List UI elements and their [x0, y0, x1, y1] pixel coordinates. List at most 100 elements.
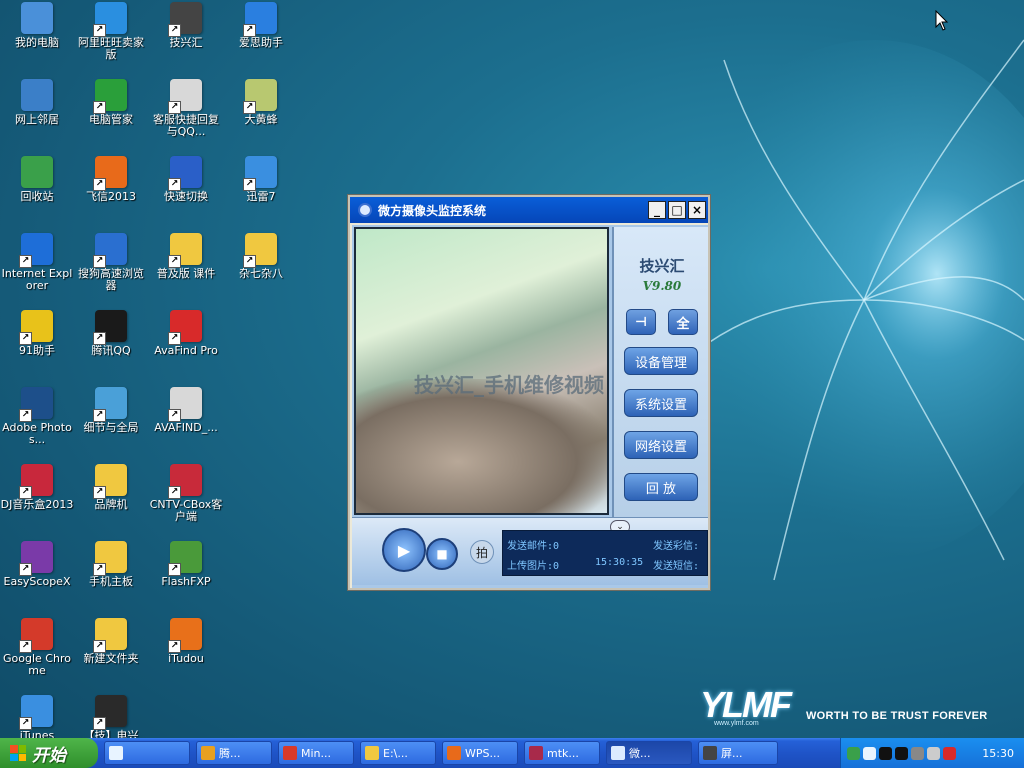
video-overlay-text: 技兴汇_手机维修视频 — [414, 373, 604, 397]
desktop-icon[interactable]: 新建文件夹 — [74, 618, 148, 692]
desktop-icon[interactable]: 我的电脑 — [0, 2, 74, 76]
taskbar-button[interactable]: WPS... — [442, 741, 518, 765]
desktop-icon-label: 手机主板 — [89, 575, 133, 588]
desktop-icon[interactable]: Google Chrome — [0, 618, 74, 692]
pin-button[interactable]: ⊣ — [626, 309, 656, 335]
desktop-icon[interactable]: iTudou — [149, 618, 223, 692]
tray-avafind-icon[interactable] — [943, 746, 956, 760]
taskbar-button[interactable]: Min... — [278, 741, 354, 765]
window-body: 技兴汇_手机维修视频 技兴汇 V9.80 ⊣ 全 设备管理 系统设置 网络设置 … — [352, 225, 708, 588]
desktop-icon[interactable]: AvaFind Pro — [149, 310, 223, 384]
taskbar-button[interactable]: 腾... — [196, 741, 272, 765]
desktop-icon[interactable]: 爱思助手 — [224, 2, 298, 76]
photoshop-icon — [19, 387, 53, 422]
desktop-icon[interactable]: 客服快捷回复与QQ... — [149, 79, 223, 153]
desktop-icon[interactable]: 杂七杂八 — [224, 233, 298, 307]
explorer-task-icon — [365, 746, 379, 760]
maximize-button[interactable]: □ — [668, 201, 686, 219]
minimize-button[interactable]: _ — [648, 201, 666, 219]
desktop-icon-label: Google Chrome — [3, 652, 71, 677]
close-button[interactable]: × — [688, 201, 706, 219]
desktop-icon-label: 腾讯QQ — [91, 344, 131, 357]
window-title-bar[interactable]: 微方摄像头监控系统 _ □ × — [350, 197, 708, 223]
tray-tool-icon[interactable] — [911, 746, 924, 760]
desktop-icon-label: 新建文件夹 — [83, 652, 139, 665]
taskbar-button-label: mtk... — [547, 746, 579, 760]
control-side-panel: 技兴汇 V9.80 ⊣ 全 设备管理 系统设置 网络设置 回 放 — [612, 227, 708, 517]
desktop-icon[interactable]: 网上邻居 — [0, 79, 74, 153]
desktop-icon[interactable]: 91助手 — [0, 310, 74, 384]
system-clock: 15:30 — [982, 746, 1014, 760]
fct-icon — [93, 695, 127, 730]
desktop-icon[interactable]: 阿里旺旺卖家版 — [74, 2, 148, 76]
thunder-icon — [243, 156, 277, 191]
desktop-icon[interactable]: 回收站 — [0, 156, 74, 230]
desktop-icon-label: FlashFXP — [161, 575, 211, 588]
tray-network-icon[interactable] — [863, 746, 876, 760]
desktop-icon-label: AvaFind Pro — [154, 344, 218, 357]
desktop-icon[interactable]: 品牌机 — [74, 464, 148, 538]
playback-button[interactable]: 回 放 — [624, 473, 698, 501]
camera-video-feed[interactable]: 技兴汇_手机维修视频 — [354, 227, 609, 515]
desktop-icon[interactable]: Adobe Photos... — [0, 387, 74, 461]
windows-logo-icon — [10, 745, 26, 761]
desktop-icon[interactable]: 手机主板 — [74, 541, 148, 615]
desktop-icon-label: Internet Explorer — [1, 267, 73, 292]
document-icon — [168, 79, 202, 114]
network-settings-button[interactable]: 网络设置 — [624, 431, 698, 459]
desktop-icon[interactable]: 普及版 课件 — [149, 233, 223, 307]
screen-task-icon — [703, 746, 717, 760]
tray-qq-icon-2[interactable] — [895, 746, 908, 760]
ie-task-icon — [109, 746, 123, 760]
taskbar-button-label: Min... — [301, 746, 332, 760]
status-time: 15:30:35 — [595, 557, 644, 568]
desktop-icon[interactable]: 迅雷7 — [224, 156, 298, 230]
desktop-icon-label: 搜狗高速浏览器 — [78, 267, 144, 292]
stop-button[interactable]: ■ — [426, 538, 458, 570]
camera-app-icon — [358, 203, 372, 217]
wps-task-icon — [447, 746, 461, 760]
desktop-icon[interactable]: 细节与全局 — [74, 387, 148, 461]
desktop-icon[interactable]: 技兴汇 — [149, 2, 223, 76]
desktop-icon[interactable]: 快速切换 — [149, 156, 223, 230]
play-button[interactable]: ▶ — [382, 528, 426, 572]
taskbar-button[interactable] — [104, 741, 190, 765]
fetion-icon — [93, 156, 127, 191]
system-settings-button[interactable]: 系统设置 — [624, 389, 698, 417]
desktop-icon-label: 快速切换 — [164, 190, 208, 203]
device-manage-button[interactable]: 设备管理 — [624, 347, 698, 375]
desktop-icon[interactable]: Internet Explorer — [0, 233, 74, 307]
desktop-icon[interactable]: 飞信2013 — [74, 156, 148, 230]
desktop-icon[interactable]: DJ音乐盒2013 — [0, 464, 74, 538]
tray-volume-icon[interactable] — [927, 746, 940, 760]
desktop-icon[interactable]: 电脑管家 — [74, 79, 148, 153]
desktop-icon[interactable]: 腾讯QQ — [74, 310, 148, 384]
desktop-icon-label: 电脑管家 — [89, 113, 133, 126]
panel-version: V9.80 — [642, 279, 682, 293]
taskbar-button[interactable]: E:\... — [360, 741, 436, 765]
desktop-icon[interactable]: EasyScopeX — [0, 541, 74, 615]
tray-qq-icon[interactable] — [879, 746, 892, 760]
desktop-icon-label: EasyScopeX — [3, 575, 71, 588]
desktop-icon[interactable]: 搜狗高速浏览器 — [74, 233, 148, 307]
desktop-icon[interactable]: AVAFIND_... — [149, 387, 223, 461]
tray-security-icon[interactable] — [847, 746, 860, 760]
taskbar-button-label: WPS... — [465, 746, 500, 760]
desktop-icon[interactable]: CNTV-CBox客户端 — [149, 464, 223, 538]
fullscreen-button[interactable]: 全 — [668, 309, 698, 335]
start-button[interactable]: 开始 — [0, 738, 98, 768]
quick-switch-icon — [168, 156, 202, 191]
taskbar-button[interactable]: mtk... — [524, 741, 600, 765]
folder-icon — [93, 541, 127, 576]
taskbar-button[interactable]: 微... — [606, 741, 692, 765]
taskbar-button[interactable]: 屏... — [698, 741, 778, 765]
desktop-icon-label: 大黄蜂 — [244, 113, 278, 126]
flashfxp-icon — [168, 541, 202, 576]
desktop-icon[interactable]: 大黄蜂 — [224, 79, 298, 153]
snapshot-button[interactable]: 拍 — [470, 540, 494, 564]
wallpaper-brand: YLMF www.ylmf.com WORTH TO BE TRUST FORE… — [700, 684, 1020, 732]
gmail-task-icon — [283, 746, 297, 760]
taskbar-button-label: 微... — [629, 747, 651, 760]
desktop-icon[interactable]: FlashFXP — [149, 541, 223, 615]
desktop-icon-label: AVAFIND_... — [154, 421, 218, 434]
